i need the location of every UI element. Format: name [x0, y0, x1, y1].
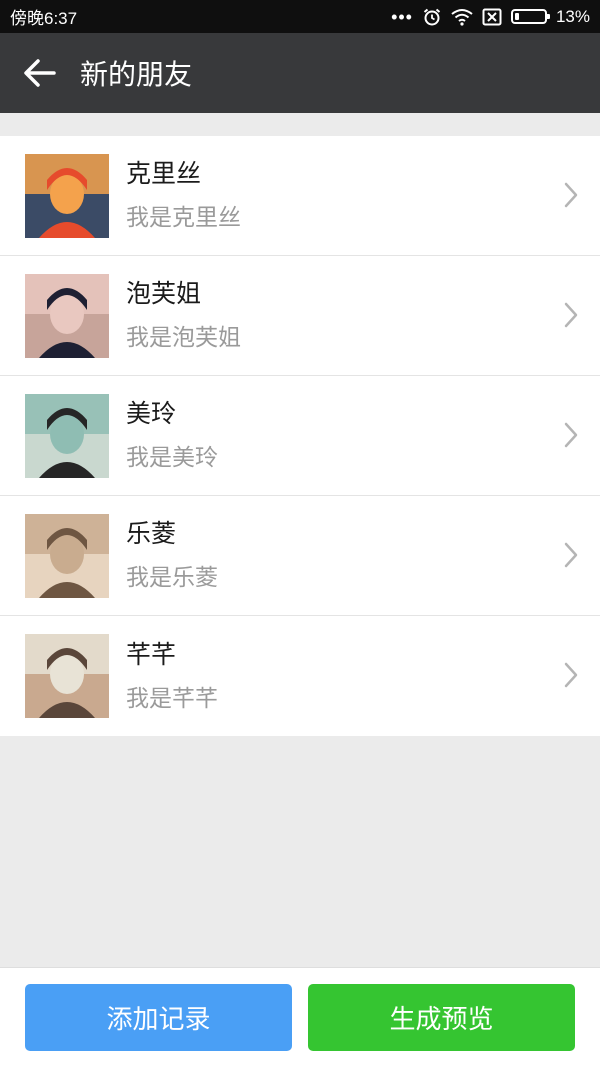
- avatar: [25, 273, 109, 358]
- chevron-right-icon: [564, 422, 578, 448]
- friend-texts: 乐菱 我是乐菱: [126, 518, 218, 593]
- status-time: 傍晚6:37: [10, 9, 78, 28]
- friend-message: 我是克里丝: [126, 205, 241, 231]
- bottom-action-bar: 添加记录 生成预览: [0, 967, 600, 1067]
- battery-level: [514, 13, 519, 20]
- wifi-icon: [451, 8, 473, 26]
- avatar: [25, 393, 109, 478]
- friend-list-item[interactable]: 美玲 我是美玲: [0, 376, 600, 496]
- friend-list-item[interactable]: 泡芙姐 我是泡芙姐: [0, 256, 600, 376]
- friend-name: 泡芙姐: [126, 279, 202, 308]
- friend-message: 我是乐菱: [126, 565, 218, 591]
- no-sim-icon: [482, 8, 502, 26]
- friend-texts: 泡芙姐 我是泡芙姐: [126, 278, 241, 353]
- more-dots: •••: [391, 6, 413, 27]
- title-bar: 新的朋友: [0, 33, 600, 113]
- friend-texts: 芊芊 我是芊芊: [126, 639, 218, 714]
- back-button[interactable]: [0, 33, 80, 113]
- friend-name: 克里丝: [126, 159, 202, 188]
- friend-list-item[interactable]: 乐菱 我是乐菱: [0, 496, 600, 616]
- alarm-icon: [422, 7, 442, 27]
- chevron-right-icon: [564, 302, 578, 328]
- friend-name: 乐菱: [126, 519, 177, 548]
- avatar: [25, 634, 109, 718]
- avatar: [25, 153, 109, 238]
- status-bar: 傍晚6:37 ••• 13%: [0, 0, 600, 33]
- friend-list-item[interactable]: 克里丝 我是克里丝: [0, 136, 600, 256]
- page-title: 新的朋友: [80, 58, 193, 91]
- friend-texts: 克里丝 我是克里丝: [126, 158, 241, 233]
- friend-message: 我是美玲: [126, 445, 218, 471]
- battery-icon: [510, 9, 550, 24]
- friend-list: 克里丝我是克里丝泡芙姐我是泡芙姐美玲我是美玲乐菱我是乐菱芊芊我是芊芊: [0, 136, 600, 736]
- generate-preview-button[interactable]: 生成预览: [308, 984, 575, 1051]
- chevron-right-icon: [564, 542, 578, 568]
- battery-percent: 13%: [555, 6, 590, 26]
- add-record-button[interactable]: 添加记录: [25, 984, 292, 1051]
- friend-name: 美玲: [126, 399, 177, 428]
- friend-message: 我是芊芊: [126, 685, 218, 712]
- chevron-right-icon: [564, 182, 578, 208]
- friend-list-item[interactable]: 芊芊 我是芊芊: [0, 616, 600, 736]
- friend-message: 我是泡芙姐: [126, 325, 241, 351]
- arrow-left-icon: [24, 59, 56, 87]
- avatar: [25, 513, 109, 598]
- friend-texts: 美玲 我是美玲: [126, 398, 218, 473]
- friend-name: 芊芊: [126, 639, 177, 669]
- status-icons: ••• 13%: [391, 7, 590, 27]
- chevron-right-icon: [564, 662, 578, 688]
